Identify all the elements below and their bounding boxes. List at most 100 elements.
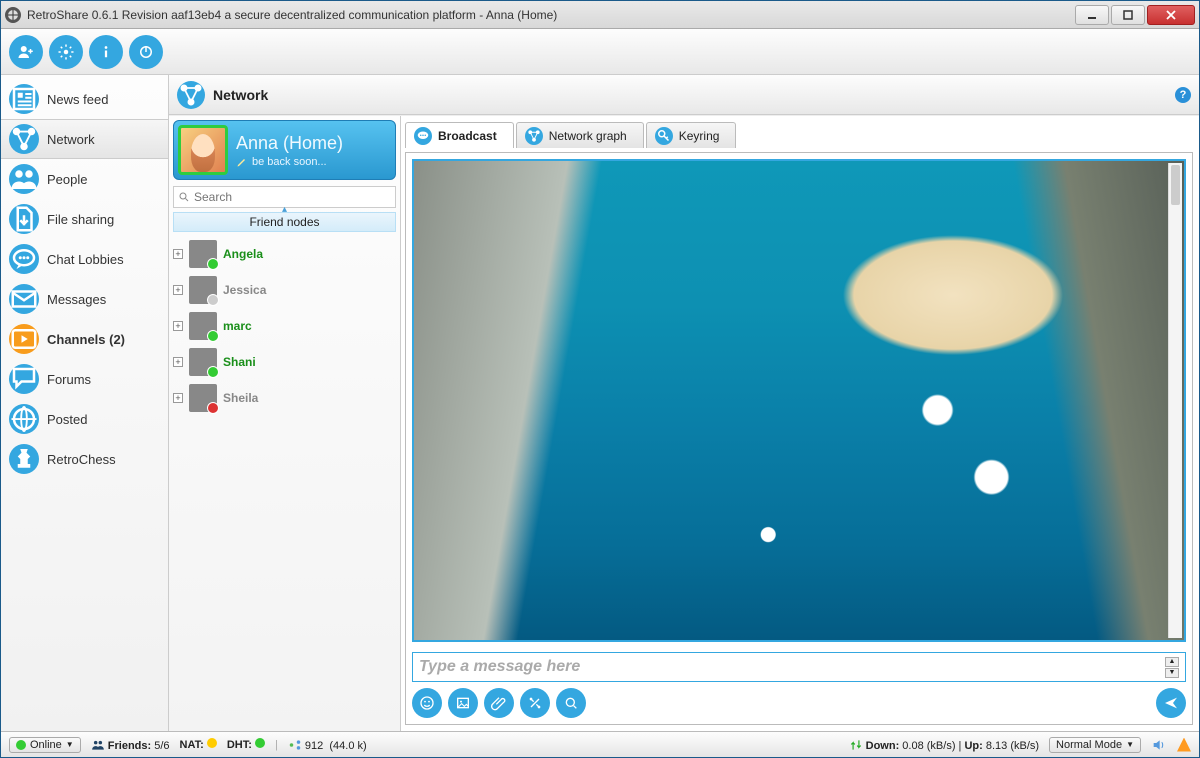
peers-icon (288, 738, 302, 752)
tab-keyring[interactable]: Keyring (646, 122, 737, 148)
chat-scrollbar[interactable] (1168, 163, 1182, 638)
top-toolbar (1, 29, 1199, 75)
sidebar-item-label: Posted (47, 412, 87, 427)
status-dot-icon (207, 294, 219, 306)
news-feed-icon (9, 84, 39, 114)
sidebar-item-label: Forums (47, 372, 91, 387)
compose-settings-button[interactable] (520, 688, 550, 718)
sidebar-item-label: Chat Lobbies (47, 252, 124, 267)
posted-icon (9, 404, 39, 434)
sidebar-item-news-feed[interactable]: News feed (1, 79, 168, 119)
status-dot-icon (207, 330, 219, 342)
friend-search-input[interactable] (194, 190, 391, 204)
compose-search-button[interactable] (556, 688, 586, 718)
dht-status: DHT: (227, 738, 265, 751)
chat-tabs: Broadcast Network graph Keyring (405, 122, 1193, 148)
sidebar-item-posted[interactable]: Posted (1, 399, 168, 439)
profile-name: Anna (Home) (236, 133, 343, 154)
friends-count: Friends: 5/6 (91, 738, 170, 752)
image-button[interactable] (448, 688, 478, 718)
power-button[interactable] (129, 35, 163, 69)
sound-icon[interactable] (1151, 737, 1167, 753)
send-button[interactable] (1156, 688, 1186, 718)
friend-name: Angela (223, 247, 263, 261)
people-icon (9, 164, 39, 194)
message-placeholder: Type a message here (419, 658, 1165, 676)
online-dot-icon (16, 740, 26, 750)
profile-status: be back soon... (236, 156, 343, 168)
settings-button[interactable] (49, 35, 83, 69)
friend-name: Sheila (223, 391, 258, 405)
status-bar: Online ▼ Friends: 5/6 NAT: DHT: | 912 (4… (1, 731, 1199, 757)
sidebar-item-label: News feed (47, 92, 108, 107)
expand-icon[interactable]: + (173, 357, 183, 367)
expand-icon[interactable]: + (173, 321, 183, 331)
status-dot-icon (207, 258, 219, 270)
friend-row[interactable]: + Shani (173, 344, 396, 380)
add-friend-button[interactable] (9, 35, 43, 69)
sidebar-item-label: Network (47, 132, 95, 147)
friends-icon (91, 738, 105, 752)
profile-card[interactable]: Anna (Home) be back soon... (173, 120, 396, 180)
expand-icon[interactable]: + (173, 249, 183, 259)
friend-row[interactable]: + marc (173, 308, 396, 344)
sidebar-item-file-sharing[interactable]: File sharing (1, 199, 168, 239)
online-status-button[interactable]: Online ▼ (9, 737, 81, 753)
input-spinner[interactable]: ▲▼ (1165, 657, 1179, 678)
edit-icon (236, 156, 248, 168)
emoji-button[interactable] (412, 688, 442, 718)
chat-area: Broadcast Network graph Keyring Type a mes… (401, 116, 1199, 731)
network-graph-icon (525, 127, 543, 145)
tab-label: Network graph (549, 129, 627, 143)
message-input[interactable]: Type a message here ▲▼ (412, 652, 1186, 682)
tab-label: Broadcast (438, 129, 497, 143)
status-dot-icon (207, 366, 219, 378)
info-button[interactable] (89, 35, 123, 69)
friend-row[interactable]: + Sheila (173, 380, 396, 416)
sidebar-item-network[interactable]: Network (1, 119, 168, 159)
friend-row[interactable]: + Jessica (173, 272, 396, 308)
nat-dot-icon (207, 738, 217, 748)
chat-body: Type a message here ▲▼ (405, 152, 1193, 725)
compose-toolbar (412, 688, 1186, 718)
peer-count: 912 (44.0 k) (288, 738, 367, 752)
sidebar-item-label: Channels (2) (47, 332, 125, 347)
friend-name: Shani (223, 355, 256, 369)
tab-network-graph[interactable]: Network graph (516, 122, 644, 148)
sidebar-item-channels[interactable]: Channels (2) (1, 319, 168, 359)
sidebar-item-label: File sharing (47, 212, 114, 227)
friend-name: Jessica (223, 283, 266, 297)
messages-icon (9, 284, 39, 314)
friend-avatar (189, 348, 217, 376)
warning-icon[interactable] (1177, 738, 1191, 752)
minimize-button[interactable] (1075, 5, 1109, 25)
profile-avatar (178, 125, 228, 175)
sidebar-item-people[interactable]: People (1, 159, 168, 199)
sidebar-item-messages[interactable]: Messages (1, 279, 168, 319)
sidebar-item-chat-lobbies[interactable]: Chat Lobbies (1, 239, 168, 279)
nat-status: NAT: (180, 738, 217, 751)
network-icon (9, 124, 39, 154)
expand-icon[interactable]: + (173, 393, 183, 403)
help-icon[interactable]: ? (1175, 87, 1191, 103)
close-button[interactable] (1147, 5, 1195, 25)
friend-avatar (189, 240, 217, 268)
expand-icon[interactable]: + (173, 285, 183, 295)
broadcast-icon (414, 127, 432, 145)
channels-icon (9, 324, 39, 354)
chat-image-content (412, 159, 1186, 642)
window-title: RetroShare 0.6.1 Revision aaf13eb4 a sec… (27, 8, 1075, 22)
retrochess-icon (9, 444, 39, 474)
friend-row[interactable]: + Angela (173, 236, 396, 272)
tab-broadcast[interactable]: Broadcast (405, 122, 514, 148)
tab-label: Keyring (679, 129, 720, 143)
maximize-button[interactable] (1111, 5, 1145, 25)
friend-list: + Angela + Jessica + marc + Shani + Sheila (169, 232, 400, 731)
friend-list-header[interactable]: Friend nodes (173, 212, 396, 232)
attach-button[interactable] (484, 688, 514, 718)
sidebar-item-retrochess[interactable]: RetroChess (1, 439, 168, 479)
friend-name: marc (223, 319, 252, 333)
dht-dot-icon (255, 738, 265, 748)
mode-selector[interactable]: Normal Mode ▼ (1049, 737, 1141, 753)
sidebar-item-forums[interactable]: Forums (1, 359, 168, 399)
